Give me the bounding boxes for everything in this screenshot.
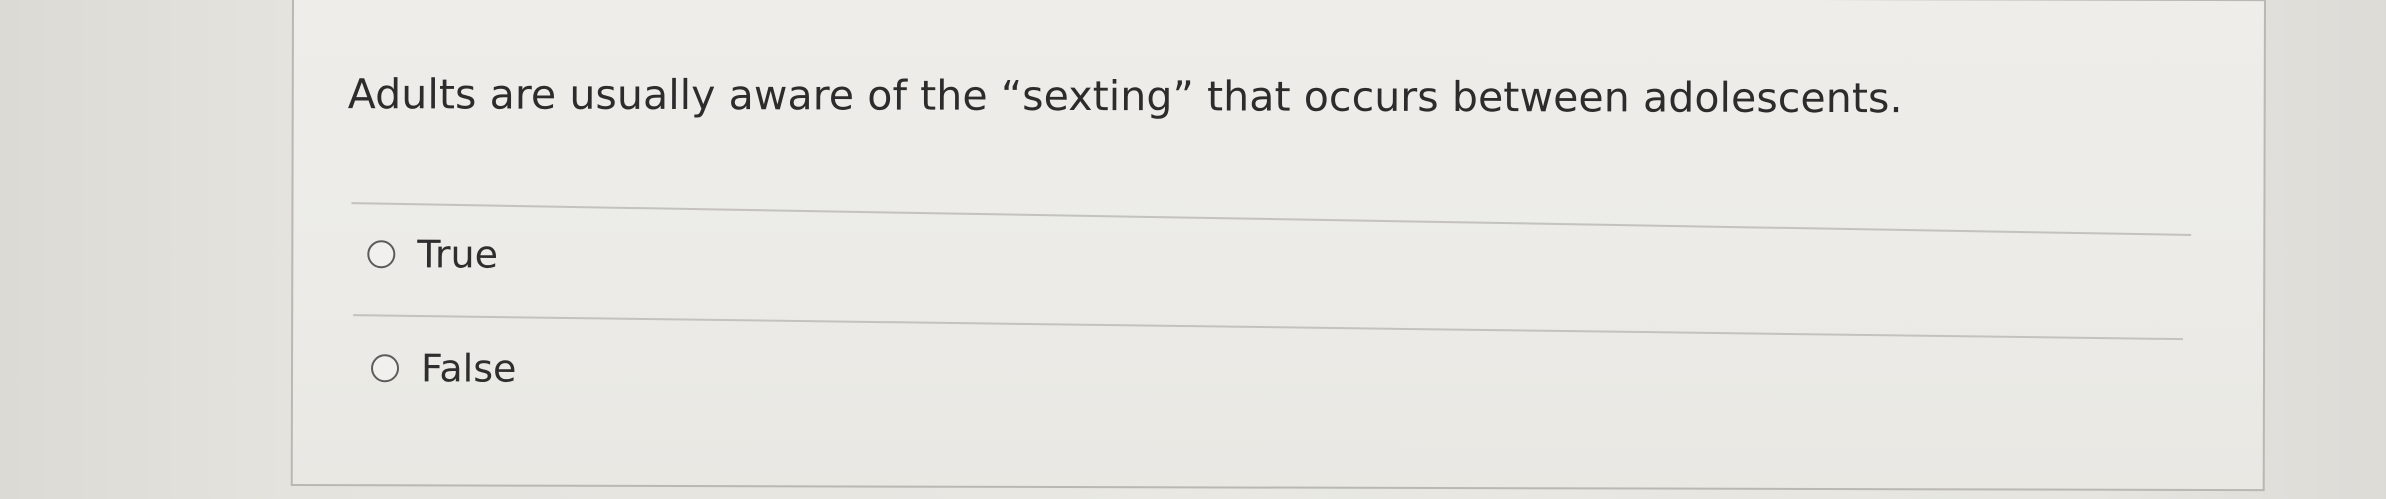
radio-circle-icon[interactable] <box>370 354 400 383</box>
option-false[interactable]: False <box>370 346 517 391</box>
option-true[interactable]: True <box>367 232 499 277</box>
divider-middle <box>353 314 2184 341</box>
question-card: Adults are usually aware of the “sexting… <box>290 0 2266 492</box>
question-text: Adults are usually aware of the “sexting… <box>347 70 1903 123</box>
option-true-label: True <box>417 232 499 277</box>
divider-top <box>351 202 2192 236</box>
option-false-label: False <box>420 346 517 391</box>
radio-circle-icon[interactable] <box>367 240 396 269</box>
